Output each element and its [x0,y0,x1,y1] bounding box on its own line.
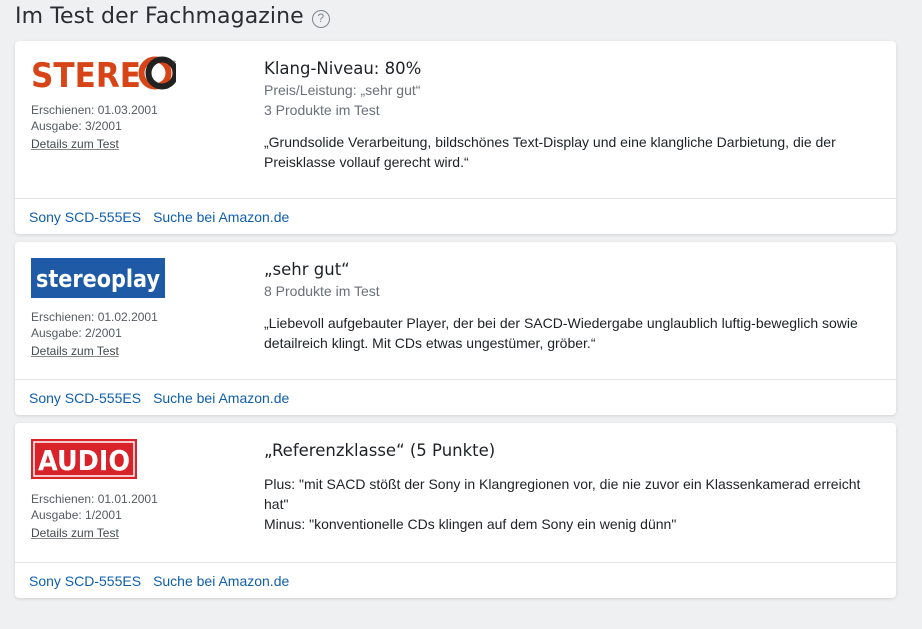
pros-line: hat" [264,496,289,512]
issue-number: Ausgabe: 3/2001 [31,119,122,133]
amazon-search-link[interactable]: Suche bei Amazon.de [153,390,289,406]
review-quote: Plus: "mit SACD stößt der Sony in Klangr… [264,474,876,534]
review-content: „sehr gut“ 8 Produkte im Test „Liebevoll… [264,259,876,353]
card-footer: Sony SCD-555ES Suche bei Amazon.de [15,198,896,234]
review-meta: Erschienen: 01.01.2001 Ausgabe: 1/2001 D… [31,491,158,541]
cons-line: Minus: "konventionelle CDs klingen auf d… [264,516,677,532]
product-link[interactable]: Sony SCD-555ES [29,209,141,225]
page-title-text: Im Test der Fachmagazine [15,4,304,29]
review-headline: „Referenzklasse“ (5 Punkte) [264,441,496,460]
stereo-logo: STERE ® [31,55,179,96]
stereoplay-logo: stereoplay [31,258,165,303]
quote-line: detailreich klingt. Mit CDs etwas ungest… [264,335,596,351]
review-card-audio: AUDIO Erschienen: 01.01.2001 Ausgabe: 1/… [15,423,896,598]
review-content: „Referenzklasse“ (5 Punkte) Plus: "mit S… [264,440,876,534]
published-date: Erschienen: 01.01.2001 [31,492,158,506]
card-footer: Sony SCD-555ES Suche bei Amazon.de [15,562,896,598]
details-link[interactable]: Details zum Test [31,343,119,359]
amazon-search-link[interactable]: Suche bei Amazon.de [153,573,289,589]
review-card-stereoplay: stereoplay Erschienen: 01.02.2001 Ausgab… [15,242,896,415]
review-meta: Erschienen: 01.02.2001 Ausgabe: 2/2001 D… [31,309,158,359]
review-card-stereo: STERE ® Erschienen: 01.03.2001 Ausgabe: … [15,41,896,234]
review-quote: „Grundsolide Verarbeitung, bildschönes T… [264,132,876,172]
svg-text:STERE: STERE [31,56,141,91]
svg-text:stereoplay: stereoplay [36,265,160,293]
issue-number: Ausgabe: 1/2001 [31,508,122,522]
details-link[interactable]: Details zum Test [31,525,119,541]
pros-line: Plus: "mit SACD stößt der Sony in Klangr… [264,476,861,492]
product-link[interactable]: Sony SCD-555ES [29,573,141,589]
quote-line: „Grundsolide Verarbeitung, bildschönes T… [264,134,836,150]
published-date: Erschienen: 01.03.2001 [31,103,158,117]
review-headline: „sehr gut“ [264,260,350,279]
help-icon[interactable]: ? [311,9,330,28]
published-date: Erschienen: 01.02.2001 [31,310,158,324]
review-meta: Erschienen: 01.03.2001 Ausgabe: 3/2001 D… [31,102,158,152]
card-footer: Sony SCD-555ES Suche bei Amazon.de [15,379,896,415]
page-title: Im Test der Fachmagazine ? [15,4,330,29]
product-link[interactable]: Sony SCD-555ES [29,390,141,406]
svg-text:®: ® [171,60,176,67]
review-content: Klang-Niveau: 80% Preis/Leistung: „sehr … [264,58,876,172]
details-link[interactable]: Details zum Test [31,136,119,152]
svg-text:AUDIO: AUDIO [38,444,130,477]
amazon-search-link[interactable]: Suche bei Amazon.de [153,209,289,225]
price-performance: Preis/Leistung: „sehr gut“ [264,82,421,98]
products-tested: 3 Produkte im Test [264,102,380,118]
audio-logo: AUDIO [31,439,137,484]
issue-number: Ausgabe: 2/2001 [31,326,122,340]
review-headline: Klang-Niveau: 80% [264,59,422,78]
products-tested: 8 Produkte im Test [264,283,380,299]
quote-line: Preisklasse vollauf gerecht wird.“ [264,154,469,170]
review-quote: „Liebevoll aufgebauter Player, der bei d… [264,313,876,353]
quote-line: „Liebevoll aufgebauter Player, der bei d… [264,315,858,331]
